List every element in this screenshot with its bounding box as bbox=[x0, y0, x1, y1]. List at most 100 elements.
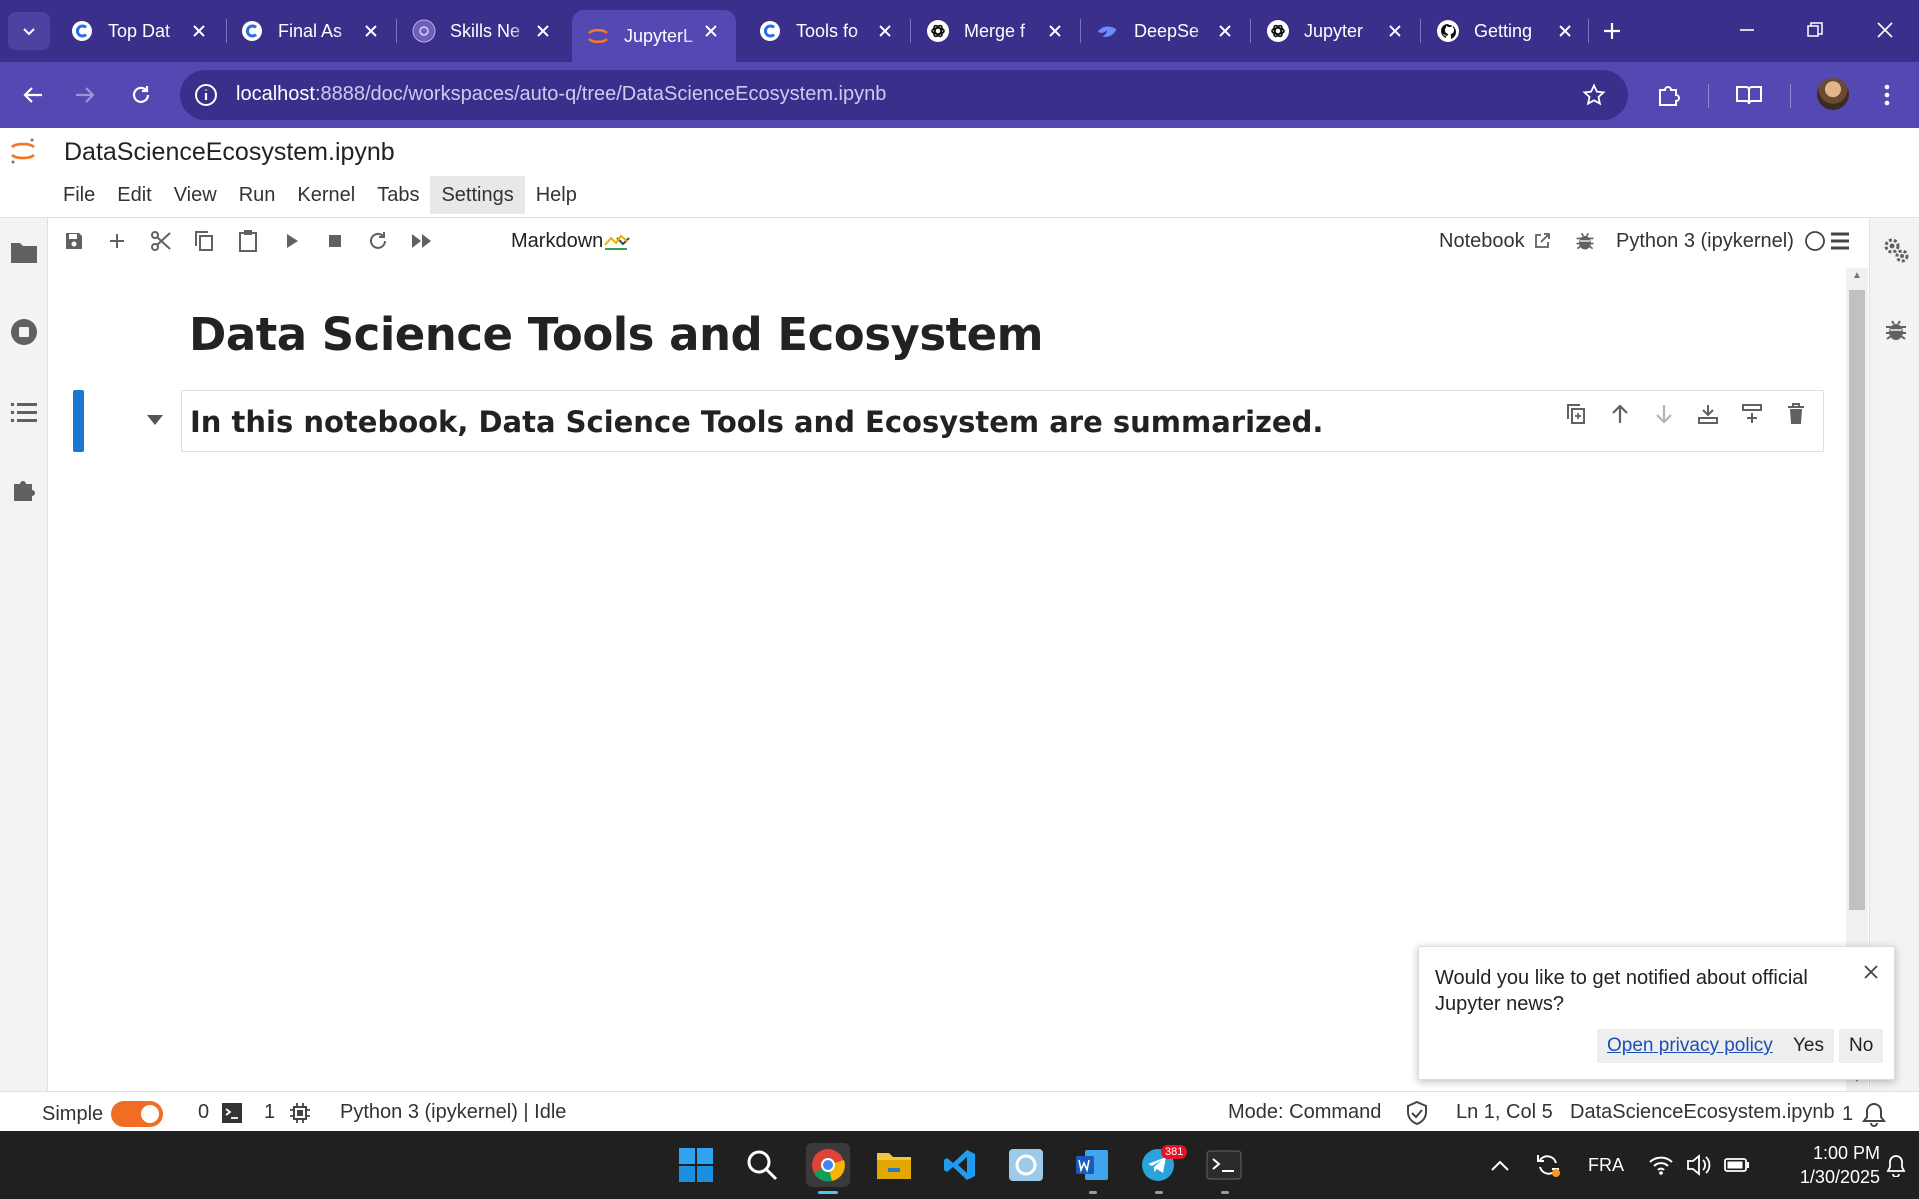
copy-button[interactable] bbox=[189, 226, 219, 256]
toolbar-overflow-button[interactable] bbox=[1825, 226, 1855, 256]
browser-tab[interactable]: Jupyter bbox=[1252, 10, 1420, 52]
close-icon[interactable] bbox=[188, 20, 210, 42]
url-text[interactable]: localhost:8888/doc/workspaces/auto-q/tre… bbox=[236, 83, 886, 106]
debugger-tab[interactable] bbox=[1882, 316, 1910, 344]
volume-button[interactable] bbox=[1686, 1131, 1712, 1199]
execution-time-button[interactable] bbox=[601, 226, 631, 256]
running-kernels-indicator[interactable]: 1 bbox=[264, 1101, 311, 1124]
file-browser-tab[interactable] bbox=[10, 238, 38, 266]
active-cell-indicator[interactable] bbox=[73, 390, 84, 452]
interrupt-kernel-button[interactable] bbox=[320, 226, 350, 256]
chrome-taskbar-button[interactable] bbox=[806, 1143, 850, 1187]
back-button[interactable] bbox=[14, 76, 52, 114]
collapse-caret-icon[interactable] bbox=[146, 414, 164, 426]
browser-tab[interactable]: Final As bbox=[226, 10, 396, 52]
browser-tab[interactable]: DeepSe bbox=[1082, 10, 1250, 52]
start-button[interactable] bbox=[674, 1143, 718, 1187]
close-icon[interactable] bbox=[874, 20, 896, 42]
profile-avatar[interactable] bbox=[1817, 78, 1849, 110]
notification-close-button[interactable] bbox=[1860, 961, 1882, 983]
close-icon[interactable] bbox=[1554, 20, 1576, 42]
scrollbar-thumb[interactable] bbox=[1849, 290, 1865, 910]
close-window-button[interactable] bbox=[1862, 12, 1908, 48]
tab-search-button[interactable] bbox=[8, 12, 50, 50]
sync-status-button[interactable] bbox=[1534, 1131, 1562, 1199]
open-notebook-view-button[interactable]: Notebook bbox=[1439, 226, 1551, 256]
taskbar-clock[interactable]: 1:00 PM 1/30/2025 bbox=[1762, 1141, 1880, 1189]
menu-kernel[interactable]: Kernel bbox=[286, 176, 366, 214]
menu-help[interactable]: Help bbox=[525, 176, 588, 214]
notification-yes-button[interactable]: Yes bbox=[1783, 1029, 1834, 1063]
address-bar[interactable]: localhost:8888/doc/workspaces/auto-q/tre… bbox=[180, 70, 1628, 120]
forward-button[interactable] bbox=[66, 76, 104, 114]
terminal-button[interactable] bbox=[1202, 1143, 1246, 1187]
close-icon[interactable] bbox=[700, 20, 722, 42]
close-icon[interactable] bbox=[1214, 20, 1236, 42]
markdown-heading[interactable]: Data Science Tools and Ecosystem bbox=[189, 308, 1044, 361]
close-icon[interactable] bbox=[532, 20, 554, 42]
save-button[interactable] bbox=[59, 226, 89, 256]
minimize-button[interactable] bbox=[1724, 12, 1770, 48]
cursor-position[interactable]: Ln 1, Col 5 bbox=[1456, 1101, 1553, 1124]
move-cell-up-button[interactable] bbox=[1605, 399, 1635, 429]
simple-mode-switch[interactable]: Simple bbox=[42, 1101, 164, 1127]
running-kernels-tab[interactable] bbox=[10, 318, 38, 346]
menu-edit[interactable]: Edit bbox=[106, 176, 162, 214]
insert-cell-below-button[interactable] bbox=[1737, 399, 1767, 429]
notification-no-button[interactable]: No bbox=[1839, 1029, 1884, 1063]
restart-kernel-button[interactable] bbox=[363, 226, 393, 256]
markdown-cell[interactable]: In this notebook, Data Science Tools and… bbox=[181, 390, 1824, 452]
new-tab-button[interactable] bbox=[1595, 16, 1629, 46]
battery-button[interactable] bbox=[1724, 1131, 1750, 1199]
kernel-status[interactable]: Python 3 (ipykernel) | Idle bbox=[340, 1101, 566, 1124]
wifi-button[interactable] bbox=[1648, 1131, 1674, 1199]
debugger-toggle-button[interactable] bbox=[1570, 226, 1600, 256]
close-icon[interactable] bbox=[360, 20, 382, 42]
show-hidden-icons-button[interactable] bbox=[1490, 1131, 1510, 1199]
open-privacy-policy-link[interactable]: Open privacy policy bbox=[1597, 1029, 1783, 1063]
duplicate-cell-button[interactable] bbox=[1561, 399, 1591, 429]
cut-button[interactable] bbox=[146, 226, 176, 256]
table-of-contents-tab[interactable] bbox=[10, 398, 38, 426]
vscode-button[interactable] bbox=[938, 1143, 982, 1187]
notification-count[interactable]: 1 bbox=[1842, 1101, 1887, 1127]
menu-view[interactable]: View bbox=[163, 176, 228, 214]
scroll-up-arrow[interactable]: ▲ bbox=[1849, 270, 1865, 284]
menu-run[interactable]: Run bbox=[228, 176, 287, 214]
app-button[interactable] bbox=[1004, 1143, 1048, 1187]
restore-button[interactable] bbox=[1792, 12, 1838, 48]
restart-run-all-button[interactable] bbox=[407, 226, 437, 256]
trusted-indicator[interactable] bbox=[1406, 1101, 1428, 1125]
browser-tab-active[interactable]: JupyterL bbox=[572, 10, 736, 62]
reload-button[interactable] bbox=[122, 76, 160, 114]
search-button[interactable] bbox=[740, 1143, 784, 1187]
move-cell-down-button[interactable] bbox=[1649, 399, 1679, 429]
browser-tab[interactable]: Tools fo bbox=[744, 10, 910, 52]
browser-tab[interactable]: Getting bbox=[1422, 10, 1590, 52]
browser-menu-button[interactable] bbox=[1872, 80, 1902, 110]
close-icon[interactable] bbox=[1384, 20, 1406, 42]
reading-mode-button[interactable] bbox=[1734, 80, 1764, 110]
menu-tabs[interactable]: Tabs bbox=[366, 176, 430, 214]
file-explorer-button[interactable] bbox=[872, 1143, 916, 1187]
document-title[interactable]: DataScienceEcosystem.ipynb bbox=[64, 138, 395, 167]
extension-manager-tab[interactable] bbox=[10, 476, 38, 504]
running-terminals-indicator[interactable]: 0 bbox=[198, 1101, 243, 1124]
notification-center-button[interactable] bbox=[1884, 1131, 1908, 1199]
word-button[interactable] bbox=[1070, 1143, 1114, 1187]
delete-cell-button[interactable] bbox=[1781, 399, 1811, 429]
browser-tab[interactable]: Top Dat bbox=[56, 10, 224, 52]
menu-settings[interactable]: Settings bbox=[430, 176, 525, 214]
browser-tab[interactable]: Skills Ne bbox=[398, 10, 568, 52]
insert-cell-above-button[interactable] bbox=[1693, 399, 1723, 429]
insert-cell-button[interactable] bbox=[102, 226, 132, 256]
simple-mode-toggle[interactable] bbox=[111, 1101, 164, 1127]
extensions-button[interactable] bbox=[1654, 80, 1684, 110]
run-cell-button[interactable] bbox=[277, 226, 307, 256]
paste-button[interactable] bbox=[233, 226, 263, 256]
close-icon[interactable] bbox=[1044, 20, 1066, 42]
browser-tab[interactable]: Merge f bbox=[912, 10, 1080, 52]
property-inspector-tab[interactable] bbox=[1882, 236, 1910, 264]
menu-file[interactable]: File bbox=[52, 176, 106, 214]
jupyter-logo-icon[interactable] bbox=[8, 136, 38, 166]
